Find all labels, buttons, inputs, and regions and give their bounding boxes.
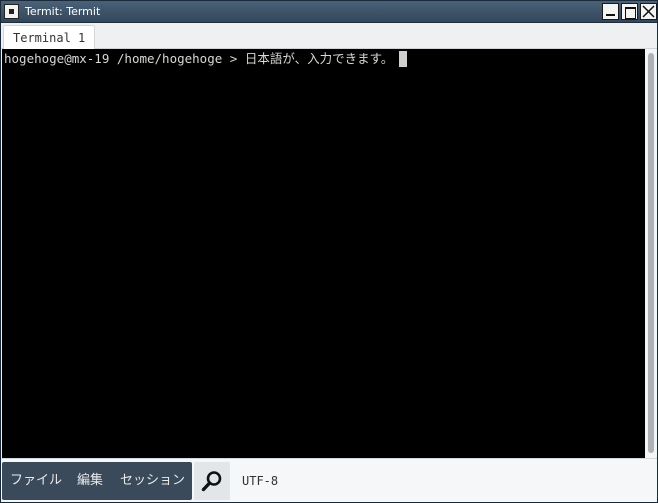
- prompt-symbol: >: [229, 51, 238, 66]
- terminal-input-text: 日本語が、入力できます。: [244, 51, 394, 66]
- title-bar[interactable]: Termit: Termit: [1, 1, 657, 23]
- close-icon[interactable]: [640, 3, 657, 20]
- window-menu-icon[interactable]: [4, 4, 19, 19]
- tab-label: Terminal 1: [13, 31, 86, 45]
- menu-bar: ファイル 編集 セッション: [2, 462, 192, 500]
- minimize-icon[interactable]: [602, 3, 619, 20]
- scrollbar-thumb[interactable]: [648, 53, 654, 453]
- terminal-cursor: [399, 51, 408, 67]
- menu-session[interactable]: セッション: [120, 473, 185, 489]
- search-icon: [201, 471, 222, 492]
- menu-edit[interactable]: 編集: [77, 473, 103, 489]
- terminal-screen[interactable]: hogehoge@mx-19 /home/hogehoge > 日本語が、入力で…: [2, 49, 645, 458]
- menu-file[interactable]: ファイル: [10, 473, 62, 489]
- tab-bar: Terminal 1: [1, 23, 657, 49]
- search-button[interactable]: [194, 462, 230, 500]
- window-title: Termit: Termit: [25, 5, 101, 18]
- termit-window: Termit: Termit Terminal 1 hogehoge@mx-19…: [0, 0, 658, 503]
- terminal-scrollbar[interactable]: [645, 49, 657, 458]
- maximize-icon[interactable]: [621, 3, 638, 20]
- status-bar: ファイル 編集 セッション UTF-8: [1, 458, 657, 502]
- tab-terminal-1[interactable]: Terminal 1: [3, 25, 95, 49]
- prompt-path: /home/hogehoge: [116, 51, 223, 66]
- terminal-line: hogehoge@mx-19 /home/hogehoge > 日本語が、入力で…: [4, 51, 408, 67]
- prompt-user-host: hogehoge@mx-19: [4, 51, 110, 66]
- encoding-label[interactable]: UTF-8: [242, 473, 278, 489]
